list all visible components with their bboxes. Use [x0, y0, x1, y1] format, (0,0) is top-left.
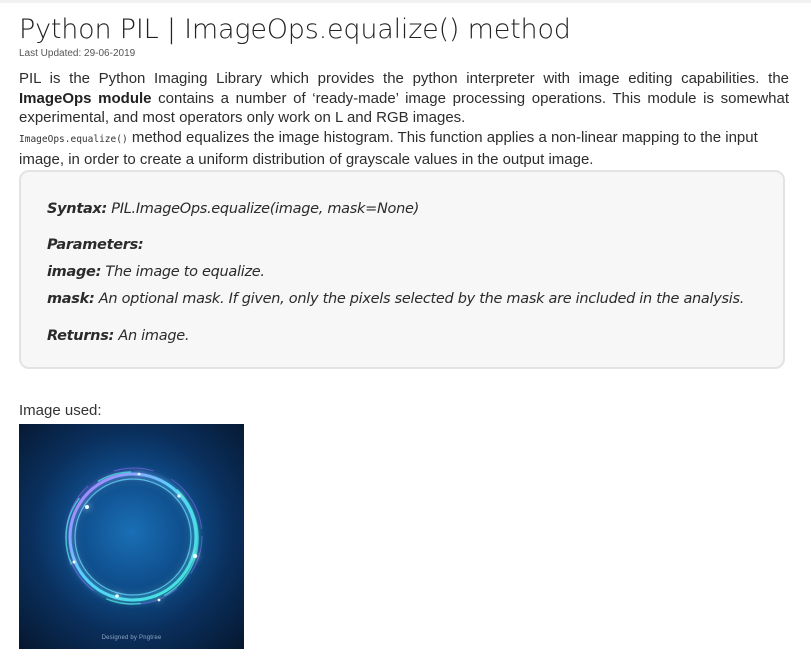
returns-value: An image.	[114, 328, 190, 344]
param-image-label: image:	[47, 264, 102, 280]
param-mask-desc: An optional mask. If given, only the pix…	[94, 291, 745, 307]
syntax-box: Syntax: PIL.ImageOps.equalize(image, mas…	[19, 170, 785, 369]
last-updated: Last Updated: 29-06-2019	[19, 48, 136, 59]
syntax-value: PIL.ImageOps.equalize(image, mask=None)	[107, 201, 419, 217]
syntax-label: Syntax:	[47, 201, 107, 217]
parameters-heading: Parameters:	[47, 237, 144, 253]
top-divider	[0, 0, 811, 3]
image-watermark: Designed by Pngtree	[101, 635, 162, 641]
param-image-line: image: The image to equalize.	[47, 264, 265, 280]
syntax-line: Syntax: PIL.ImageOps.equalize(image, mas…	[47, 201, 419, 217]
description-text: method equalizes the image histogram. Th…	[19, 129, 758, 168]
glowing-ring-icon	[63, 467, 203, 607]
parameters-label: Parameters:	[47, 237, 144, 253]
intro-bold-term: ImageOps module	[19, 89, 152, 107]
method-code: ImageOps.equalize()	[19, 134, 128, 145]
param-mask-label: mask:	[47, 291, 95, 307]
param-mask-line: mask: An optional mask. If given, only t…	[47, 291, 744, 307]
intro-paragraph: PIL is the Python Imaging Library which …	[19, 69, 789, 128]
page-title: Python PIL | ImageOps.equalize() method	[19, 14, 571, 45]
intro-text-1: PIL is the Python Imaging Library which …	[19, 70, 789, 87]
description-paragraph: ImageOps.equalize() method equalizes the…	[19, 128, 789, 169]
returns-line: Returns: An image.	[47, 328, 189, 344]
glowing-ring-image: Designed by Pngtree	[19, 424, 244, 649]
image-used-label: Image used:	[19, 402, 102, 419]
param-image-desc: The image to equalize.	[101, 264, 265, 280]
returns-label: Returns:	[47, 328, 115, 344]
